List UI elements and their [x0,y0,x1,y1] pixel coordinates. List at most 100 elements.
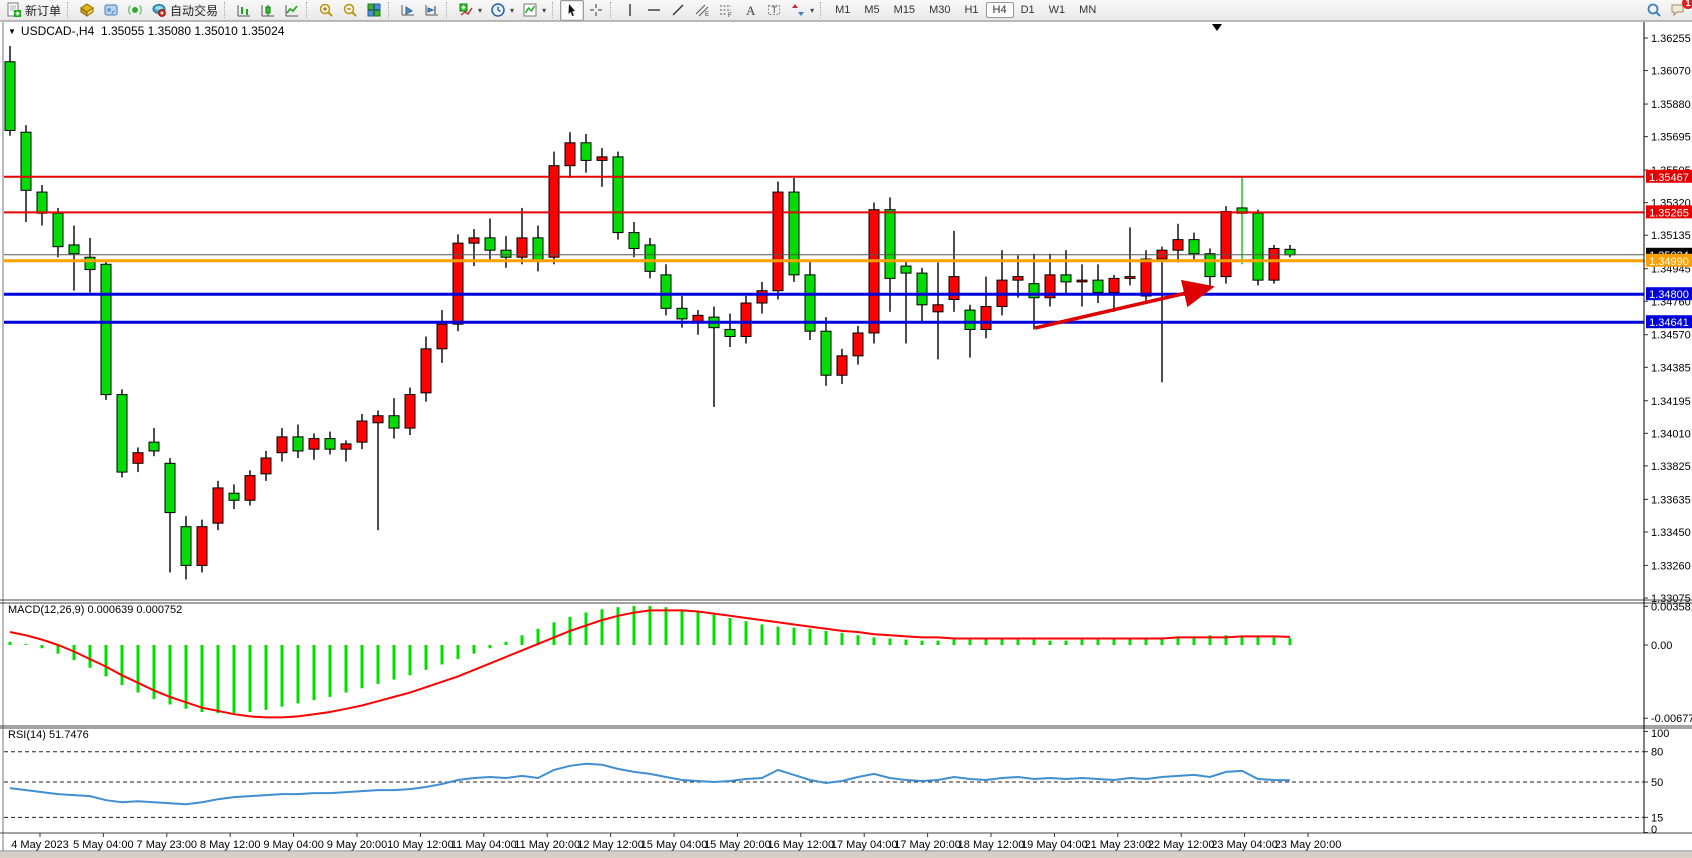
channel-icon: E [694,2,710,18]
svg-text:1.36070: 1.36070 [1651,66,1691,78]
crosshair-button[interactable] [584,0,608,21]
market-watch-button[interactable] [75,0,99,21]
dropdown-arrow-icon: ▾ [542,6,546,15]
new-order-icon [6,2,22,18]
auto-scroll-button[interactable] [396,0,420,21]
svg-text:17 May 04:00: 17 May 04:00 [831,839,898,851]
trendline-button[interactable] [666,0,690,21]
timeframe-M5-button[interactable]: M5 [857,2,886,18]
candlestick-button[interactable] [256,0,280,21]
svg-text:1.34641: 1.34641 [1649,317,1689,329]
svg-text:1.35695: 1.35695 [1651,132,1691,144]
crosshair-icon [588,2,604,18]
timeframe-M30-button[interactable]: M30 [922,2,957,18]
channel-button[interactable]: E [690,0,714,21]
svg-text:1.35135: 1.35135 [1651,230,1691,242]
tile-windows-icon [366,2,382,18]
timeframe-D1-button[interactable]: D1 [1014,2,1042,18]
svg-text:4 May 2023: 4 May 2023 [11,839,68,851]
svg-text:23 May 20:00: 23 May 20:00 [1275,839,1342,851]
svg-text:0.00: 0.00 [1651,640,1672,652]
dropdown-arrow-icon: ▾ [810,6,814,15]
auto-trading-button[interactable]: 自动交易 [147,0,222,21]
dropdown-arrow-icon: ▾ [478,6,482,15]
navigator-button[interactable] [99,0,123,21]
timeframe-W1-button[interactable]: W1 [1042,2,1073,18]
vline-button[interactable] [618,0,642,21]
timeframe-M1-button[interactable]: M1 [828,2,857,18]
svg-text:1.36255: 1.36255 [1651,33,1691,45]
shapes-icon [790,2,806,18]
svg-text:1.34570: 1.34570 [1651,330,1691,342]
toolbar-separator [610,2,616,18]
notification-badge: 1 [1682,0,1692,9]
hline-button[interactable] [642,0,666,21]
templates-button[interactable]: ▾ [518,0,550,21]
svg-text:50: 50 [1651,777,1663,789]
toolbar-separator [388,2,394,18]
timeframe-H1-button[interactable]: H1 [957,2,985,18]
tile-windows-button[interactable] [362,0,386,21]
chart-shift-icon [424,2,440,18]
periods-button[interactable]: ▾ [486,0,518,21]
svg-text:1.34010: 1.34010 [1651,428,1691,440]
signal-icon [127,2,143,18]
svg-text:0: 0 [1651,824,1657,836]
svg-text:8 May 12:00: 8 May 12:00 [200,839,261,851]
timeframe-H4-button[interactable]: H4 [986,2,1014,18]
chart-canvas[interactable]: 1.362551.360701.358801.356951.355051.353… [0,0,1692,858]
svg-text:1.33635: 1.33635 [1651,494,1691,506]
indicators-button[interactable]: ▾ [454,0,486,21]
shapes-button[interactable]: ▾ [786,0,818,21]
fibonacci-button[interactable]: F [714,0,738,21]
chevron-down-icon[interactable]: ▼ [8,27,16,36]
auto-trading-label: 自动交易 [170,2,218,19]
fibonacci-icon: F [718,2,734,18]
new-order-label: 新订单 [25,2,61,19]
svg-text:19 May 04:00: 19 May 04:00 [1021,839,1088,851]
svg-text:22 May 12:00: 22 May 12:00 [1148,839,1215,851]
text-button[interactable]: A [738,0,762,21]
candlestick-icon [260,2,276,18]
zoom-out-button[interactable] [338,0,362,21]
bar-chart-button[interactable] [232,0,256,21]
svg-text:9 May 04:00: 9 May 04:00 [263,839,324,851]
zoom-in-icon [318,2,334,18]
svg-text:A: A [746,3,756,18]
svg-text:1.35467: 1.35467 [1649,172,1689,184]
zoom-in-button[interactable] [314,0,338,21]
svg-text:7 May 23:00: 7 May 23:00 [137,839,198,851]
svg-text:18 May 12:00: 18 May 12:00 [958,839,1025,851]
toolbar-separator [224,2,230,18]
svg-text:1.34800: 1.34800 [1649,289,1689,301]
svg-text:21 May 23:00: 21 May 23:00 [1084,839,1151,851]
svg-text:10 May 12:00: 10 May 12:00 [387,839,454,851]
svg-text:12 May 12:00: 12 May 12:00 [577,839,644,851]
notifications-button[interactable]: 1 [1666,0,1690,21]
trendline-icon [670,2,686,18]
label-button[interactable]: T [762,0,786,21]
cursor-button[interactable] [560,0,584,21]
periods-icon [490,2,506,18]
timeframe-M15-button[interactable]: M15 [887,2,922,18]
line-chart-button[interactable] [280,0,304,21]
svg-text:11 May 20:00: 11 May 20:00 [514,839,580,851]
signal-button[interactable] [123,0,147,21]
line-chart-icon [284,2,300,18]
svg-text:80: 80 [1651,747,1663,759]
toolbar-separator [820,2,826,18]
svg-text:23 May 04:00: 23 May 04:00 [1211,839,1278,851]
search-button[interactable] [1642,0,1666,21]
symbol-period: USDCAD-,H4 [21,24,94,38]
svg-text:15 May 04:00: 15 May 04:00 [641,839,708,851]
chart-shift-button[interactable] [420,0,444,21]
svg-text:15: 15 [1651,812,1663,824]
auto-trading-icon [151,2,167,18]
timeframe-MN-button[interactable]: MN [1072,2,1103,18]
svg-text:17 May 20:00: 17 May 20:00 [894,839,961,851]
svg-text:16 May 12:00: 16 May 12:00 [767,839,834,851]
svg-text:E: E [705,12,709,18]
macd-indicator-label: MACD(12,26,9) 0.000639 0.000752 [8,604,182,616]
svg-text:1.35880: 1.35880 [1651,99,1691,111]
new-order-button[interactable]: 新订单 [2,0,65,21]
